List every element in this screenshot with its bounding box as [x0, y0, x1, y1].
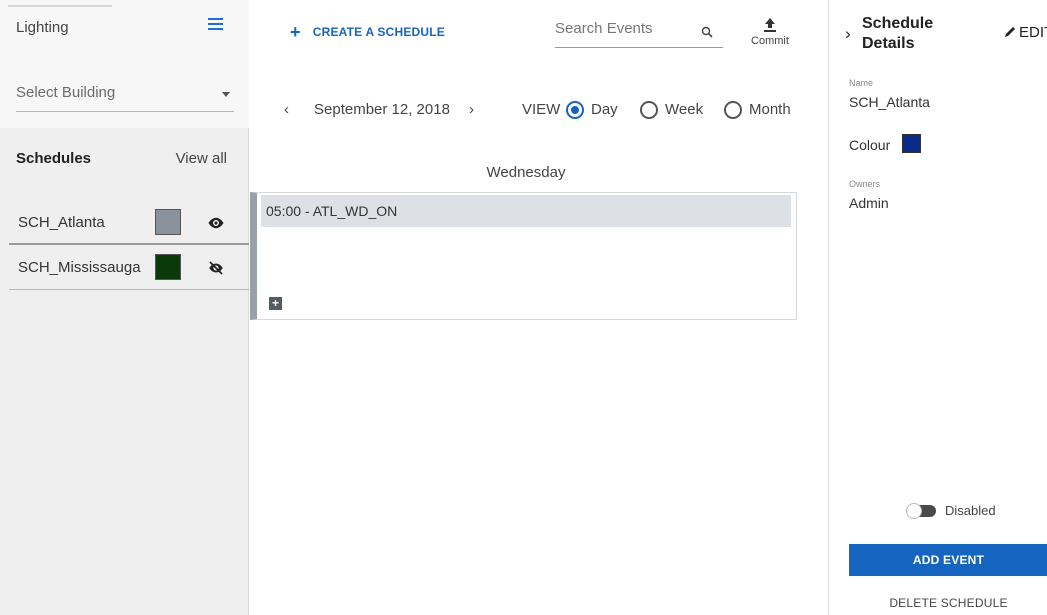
schedule-details-panel: › Schedule Details EDIT Name SCH_Atlanta…	[828, 0, 1047, 615]
building-select-placeholder: Select Building	[16, 84, 116, 101]
sidebar: Lighting Select Building Schedules View …	[0, 0, 249, 615]
chevron-down-icon	[222, 92, 230, 97]
plus-icon: +	[290, 22, 301, 42]
schedule-color-swatch	[155, 254, 181, 280]
view-label: VIEW	[522, 101, 561, 118]
toggle-knob	[906, 503, 922, 519]
chevron-right-icon[interactable]: ›	[845, 24, 851, 44]
view-radio-label: Day	[591, 101, 618, 118]
owners-value: Admin	[849, 195, 889, 211]
commit-label: Commit	[751, 35, 789, 47]
disabled-label: Disabled	[945, 503, 996, 518]
list-view-icon[interactable]	[208, 18, 223, 30]
schedules-heading: Schedules	[16, 150, 92, 167]
colour-label: Colour	[849, 137, 891, 153]
commit-button[interactable]: Commit	[750, 17, 790, 47]
chevron-left-icon[interactable]: ‹	[284, 101, 289, 118]
owners-label: Owners	[849, 179, 881, 189]
search-events-input[interactable]: Search Events	[555, 20, 723, 48]
edit-button[interactable]: EDIT	[1003, 24, 1047, 41]
pencil-icon	[1005, 27, 1015, 37]
view-radio-label: Month	[749, 101, 791, 118]
details-title-line1: Schedule	[862, 15, 934, 32]
schedule-name: SCH_Atlanta	[18, 214, 105, 231]
day-events-box: 05:00 - ATL_WD_ON +	[250, 192, 797, 320]
view-radio-label: Week	[665, 101, 704, 118]
search-icon[interactable]	[701, 26, 713, 38]
radio-unselected-icon	[640, 101, 658, 119]
schedule-color-swatch	[155, 209, 181, 235]
view-all-link[interactable]: View all	[176, 150, 227, 167]
weekday-header: Wednesday	[486, 164, 566, 181]
upload-icon	[764, 18, 776, 32]
add-event-button[interactable]: ADD EVENT	[849, 544, 1047, 576]
current-date: September 12, 2018	[314, 101, 450, 118]
eye-icon[interactable]	[207, 214, 225, 232]
name-value: SCH_Atlanta	[849, 94, 930, 110]
schedule-item-atlanta[interactable]: SCH_Atlanta	[9, 200, 249, 245]
tab-indicator	[8, 5, 112, 7]
create-schedule-label: CREATE A SCHEDULE	[312, 25, 446, 39]
search-placeholder: Search Events	[555, 20, 653, 37]
delete-schedule-button[interactable]: DELETE SCHEDULE	[849, 596, 1047, 610]
building-select[interactable]: Select Building	[16, 84, 234, 112]
details-title-line2: Details	[862, 35, 915, 52]
schedule-item-mississauga[interactable]: SCH_Mississauga	[9, 245, 249, 290]
date-navigation: ‹ September 12, 2018 › VIEW Day Week Mon…	[250, 99, 828, 123]
event-item[interactable]: 05:00 - ATL_WD_ON	[261, 195, 791, 227]
schedule-name: SCH_Mississauga	[18, 259, 141, 276]
calendar-panel: + CREATE A SCHEDULE Search Events Commit …	[250, 0, 828, 615]
colour-swatch	[902, 134, 921, 153]
name-label: Name	[849, 78, 874, 88]
chevron-right-icon[interactable]: ›	[469, 101, 474, 118]
disabled-toggle[interactable]	[906, 503, 936, 519]
eye-off-icon[interactable]	[207, 259, 225, 277]
details-title: Schedule Details	[862, 14, 933, 54]
sidebar-header: Lighting Select Building	[0, 0, 249, 128]
create-schedule-button[interactable]: + CREATE A SCHEDULE	[290, 20, 446, 42]
sidebar-title: Lighting	[16, 19, 69, 36]
radio-selected-icon	[566, 101, 584, 119]
add-event-icon[interactable]: +	[269, 297, 282, 310]
edit-label: EDIT	[1019, 24, 1047, 41]
radio-unselected-icon	[724, 101, 742, 119]
